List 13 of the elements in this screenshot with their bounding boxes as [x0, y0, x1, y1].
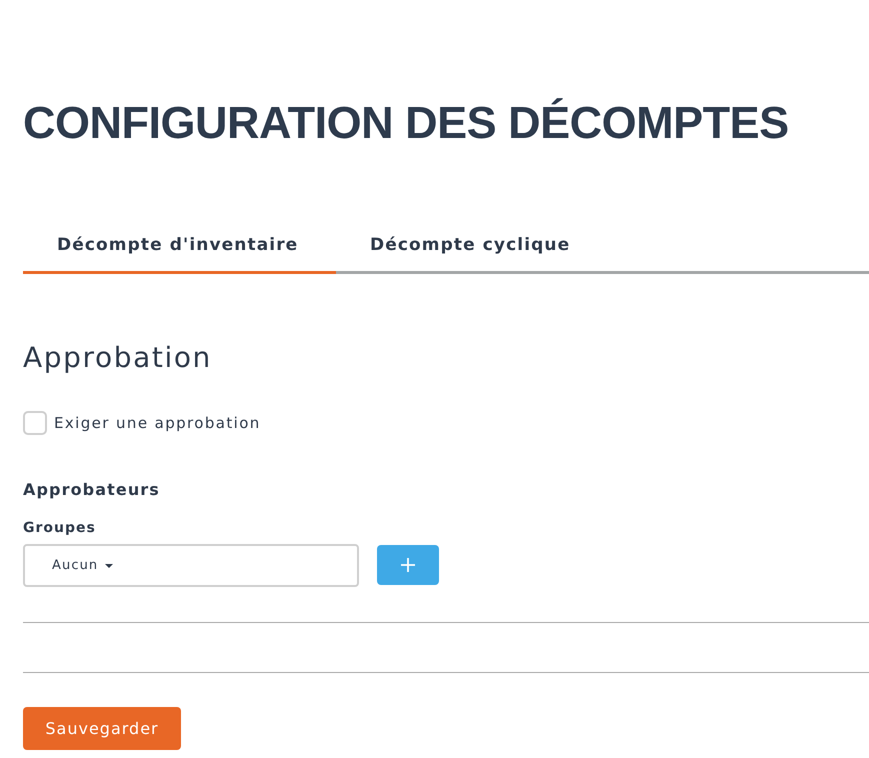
tab[interactable]: Décompte cyclique [336, 226, 604, 274]
add-button[interactable] [377, 545, 439, 585]
subsection-heading: Approbateurs [23, 479, 160, 501]
checkbox-label: Exiger une approbation [54, 413, 261, 433]
tab[interactable]: Décompte d'inventaire [23, 226, 336, 274]
groups-dropdown[interactable]: Aucun [23, 544, 359, 587]
page-title: CONFIGURATION DES DÉCOMPTES [23, 96, 789, 150]
dropdown-value: Aucun [52, 556, 98, 574]
plus-icon [401, 558, 415, 572]
checkbox[interactable] [23, 411, 47, 435]
field-label: Groupes [23, 519, 96, 538]
section-heading: Approbation [23, 341, 212, 375]
caret-icon [105, 564, 114, 568]
